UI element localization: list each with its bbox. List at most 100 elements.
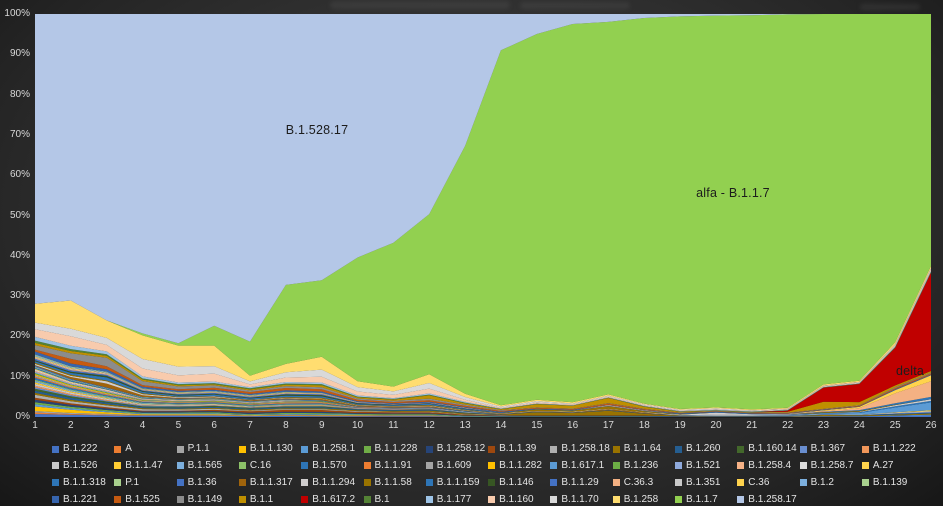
- legend-item[interactable]: B.1.258.7: [800, 460, 854, 472]
- legend-item[interactable]: A: [114, 443, 132, 455]
- legend-item[interactable]: B.1.1.317: [239, 477, 293, 489]
- legend-item[interactable]: B.1.1.130: [239, 443, 293, 455]
- legend-item[interactable]: A.27: [862, 460, 894, 472]
- legend-item[interactable]: B.1.1.47: [114, 460, 162, 472]
- legend-item[interactable]: B.1.177: [426, 494, 471, 506]
- legend-item[interactable]: B.1.565: [177, 460, 222, 472]
- legend-label: B.1.1.47: [125, 461, 162, 471]
- legend-swatch-icon: [364, 479, 371, 486]
- legend-swatch-icon: [613, 462, 620, 469]
- legend-swatch-icon: [364, 446, 371, 453]
- legend-item[interactable]: B.1.258.4: [737, 460, 791, 472]
- legend-label: B.1.222: [63, 444, 97, 454]
- legend-label: B.1.1.64: [624, 444, 661, 454]
- x-tick-label: 1: [23, 421, 47, 431]
- legend-label: B.1.1.29: [561, 478, 598, 488]
- legend-item[interactable]: B.1.1.58: [364, 477, 412, 489]
- x-tick-label: 12: [417, 421, 441, 431]
- legend-item[interactable]: B.1.617.2: [301, 494, 355, 506]
- legend-item[interactable]: B.1.1.91: [364, 460, 412, 472]
- legend-item[interactable]: B.1.1.294: [301, 477, 355, 489]
- x-tick-label: 25: [883, 421, 907, 431]
- y-tick-label: 60%: [0, 170, 30, 180]
- legend-item[interactable]: B.1.258.18: [550, 443, 609, 455]
- x-tick-label: 4: [131, 421, 155, 431]
- legend-item[interactable]: B.1.1.29: [550, 477, 598, 489]
- legend-item[interactable]: B.1.1.7: [675, 494, 718, 506]
- legend-item[interactable]: B.1.525: [114, 494, 159, 506]
- legend-label: B.1.1.159: [437, 478, 480, 488]
- legend-label: P.1: [125, 478, 139, 488]
- legend-swatch-icon: [862, 446, 869, 453]
- legend-item[interactable]: B.1.149: [177, 494, 222, 506]
- legend-item[interactable]: B.1.609: [426, 460, 471, 472]
- legend-item[interactable]: B.1.222: [52, 443, 97, 455]
- x-tick-label: 18: [632, 421, 656, 431]
- legend-item[interactable]: B.1.146: [488, 477, 533, 489]
- legend-item[interactable]: B.1.1.64: [613, 443, 661, 455]
- legend-item[interactable]: B.1.1.228: [364, 443, 418, 455]
- legend-item[interactable]: C.36.3: [613, 477, 653, 489]
- x-tick-label: 11: [381, 421, 405, 431]
- legend-item[interactable]: B.1.160.14: [737, 443, 796, 455]
- legend-item[interactable]: B.1.1.282: [488, 460, 542, 472]
- legend-label: B.1.258.18: [561, 444, 609, 454]
- legend-item[interactable]: C.36: [737, 477, 769, 489]
- legend-item[interactable]: B.1.258.17: [737, 494, 796, 506]
- legend-item[interactable]: B.1.139: [862, 477, 907, 489]
- legend-item[interactable]: B.1.258.1: [301, 443, 355, 455]
- legend-item[interactable]: P.1: [114, 477, 139, 489]
- legend-label: B.1.160.14: [748, 444, 796, 454]
- legend-swatch-icon: [301, 446, 308, 453]
- legend-item[interactable]: B.1.521: [675, 460, 720, 472]
- legend-item[interactable]: B.1.2: [800, 477, 834, 489]
- legend-item[interactable]: B.1.1.222: [862, 443, 916, 455]
- legend-swatch-icon: [862, 462, 869, 469]
- legend-item[interactable]: B.1.367: [800, 443, 845, 455]
- legend-item[interactable]: B.1.160: [488, 494, 533, 506]
- y-tick-label: 70%: [0, 130, 30, 140]
- legend-label: B.1.1.222: [873, 444, 916, 454]
- legend-label: B.1.139: [873, 478, 907, 488]
- legend-item[interactable]: B.1.526: [52, 460, 97, 472]
- legend-label: B.1.570: [312, 461, 346, 471]
- legend-label: B.1.1.91: [375, 461, 412, 471]
- legend-item[interactable]: B.1.236: [613, 460, 658, 472]
- legend-item[interactable]: B.1.617.1: [550, 460, 604, 472]
- legend-item[interactable]: B.1.1.39: [488, 443, 536, 455]
- legend-item[interactable]: B.1.260: [675, 443, 720, 455]
- legend-item[interactable]: B.1.351: [675, 477, 720, 489]
- legend-label: B.1.258.4: [748, 461, 791, 471]
- legend-label: B.1.258.17: [748, 495, 796, 505]
- legend-label: B.1.258: [624, 495, 658, 505]
- legend-item[interactable]: B.1.258.12: [426, 443, 485, 455]
- legend-item[interactable]: P.1.1: [177, 443, 210, 455]
- y-tick-label: 40%: [0, 251, 30, 261]
- legend-item[interactable]: B.1.36: [177, 477, 217, 489]
- chart-annotation: B.1.528.17: [286, 123, 348, 137]
- legend-swatch-icon: [301, 496, 308, 503]
- legend-swatch-icon: [239, 496, 246, 503]
- x-tick-label: 22: [776, 421, 800, 431]
- legend-item[interactable]: B.1.1.159: [426, 477, 480, 489]
- legend-swatch-icon: [177, 496, 184, 503]
- legend-label: C.16: [250, 461, 271, 471]
- legend-swatch-icon: [737, 446, 744, 453]
- legend-swatch-icon: [800, 446, 807, 453]
- legend-label: C.36.3: [624, 478, 653, 488]
- legend-item[interactable]: B.1: [364, 494, 390, 506]
- legend-label: B.1.1.282: [499, 461, 542, 471]
- legend-swatch-icon: [364, 462, 371, 469]
- legend-label: B.1.609: [437, 461, 471, 471]
- x-tick-label: 21: [740, 421, 764, 431]
- legend-item[interactable]: B.1.258: [613, 494, 658, 506]
- legend-item[interactable]: B.1.1.70: [550, 494, 598, 506]
- y-tick-label: 90%: [0, 49, 30, 59]
- legend-label: B.1.367: [811, 444, 845, 454]
- legend-item[interactable]: B.1.221: [52, 494, 97, 506]
- legend-item[interactable]: B.1.1: [239, 494, 273, 506]
- legend-item[interactable]: C.16: [239, 460, 271, 472]
- legend-swatch-icon: [550, 479, 557, 486]
- legend-item[interactable]: B.1.570: [301, 460, 346, 472]
- legend-item[interactable]: B.1.1.318: [52, 477, 106, 489]
